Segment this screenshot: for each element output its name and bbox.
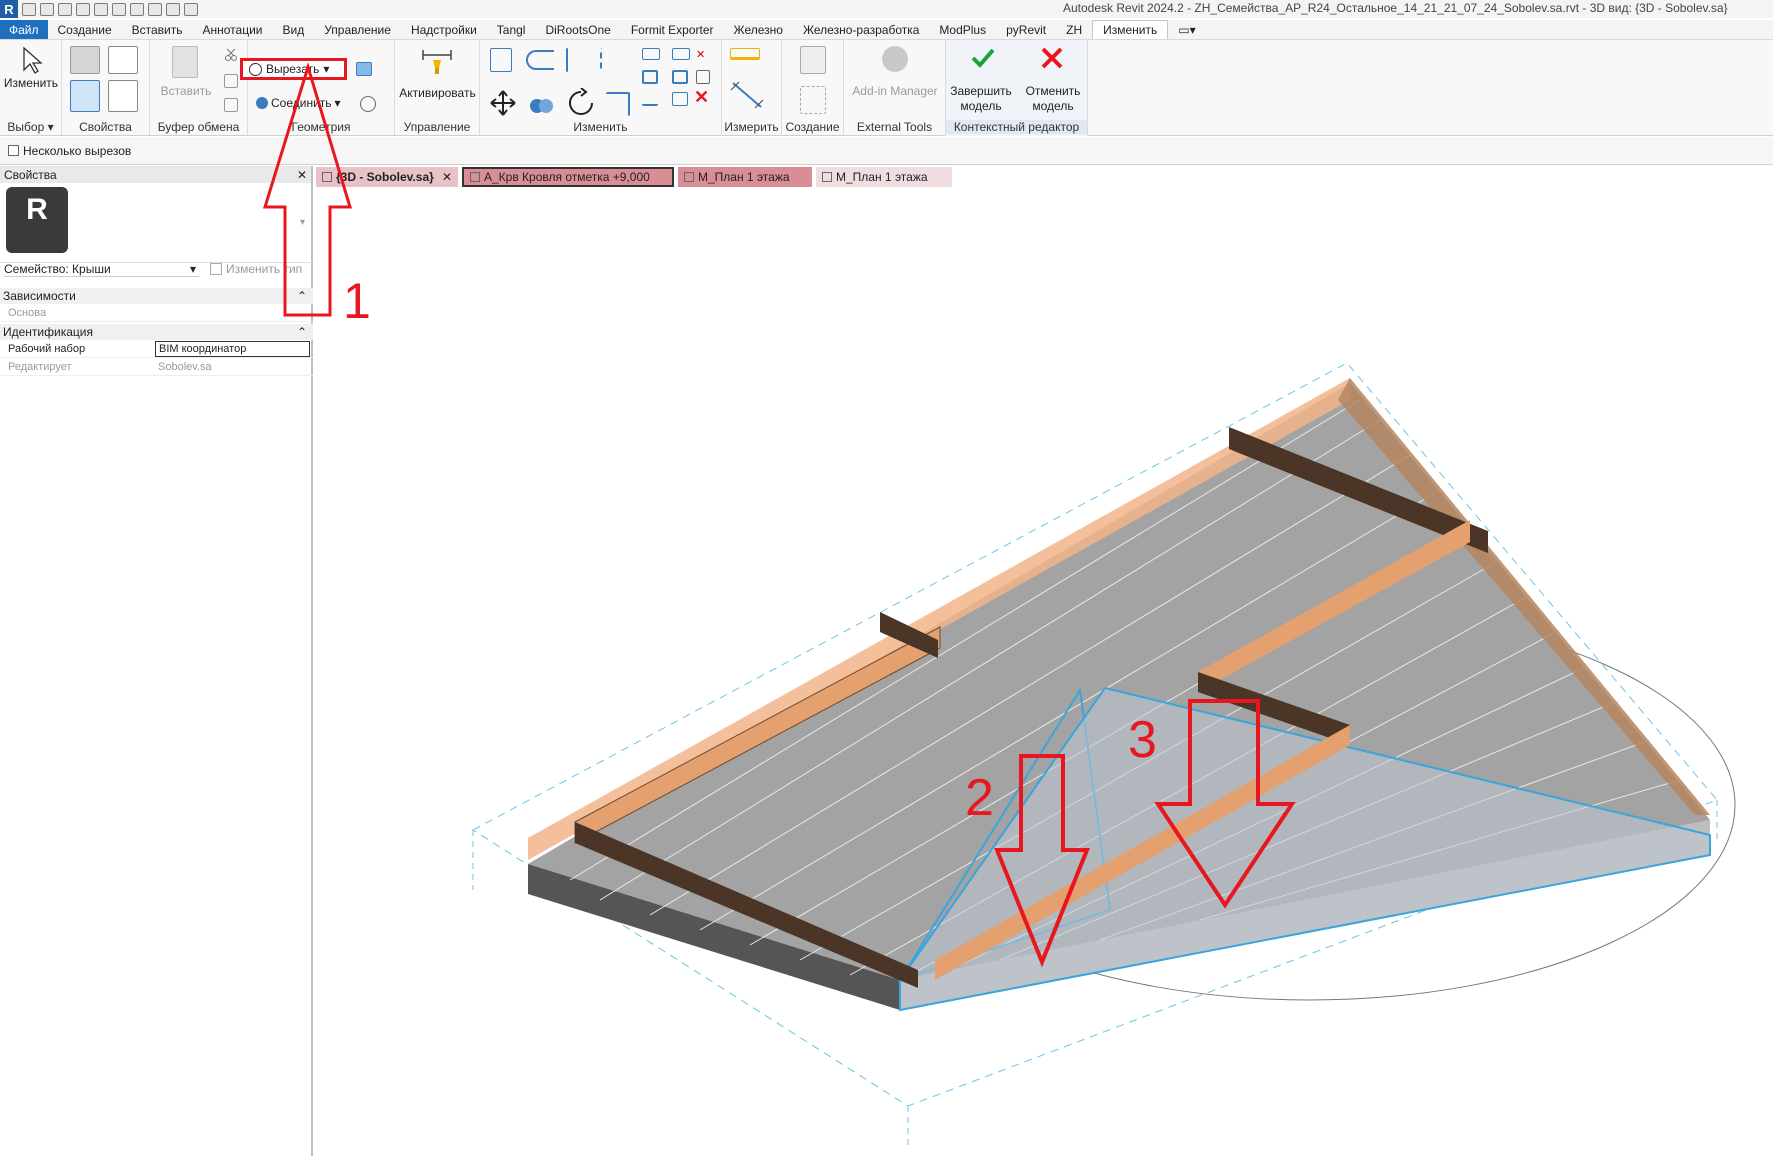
annotation-label-3: 3 xyxy=(1128,711,1157,769)
annotation-overlay: 1 2 3 xyxy=(262,61,1296,968)
annotation-label-2: 2 xyxy=(965,769,994,827)
red-arrow-up xyxy=(262,61,353,317)
red-arrow-down-3 xyxy=(1154,699,1296,909)
annotation-label-1: 1 xyxy=(343,273,371,329)
red-arrow-down-2 xyxy=(994,754,1090,968)
